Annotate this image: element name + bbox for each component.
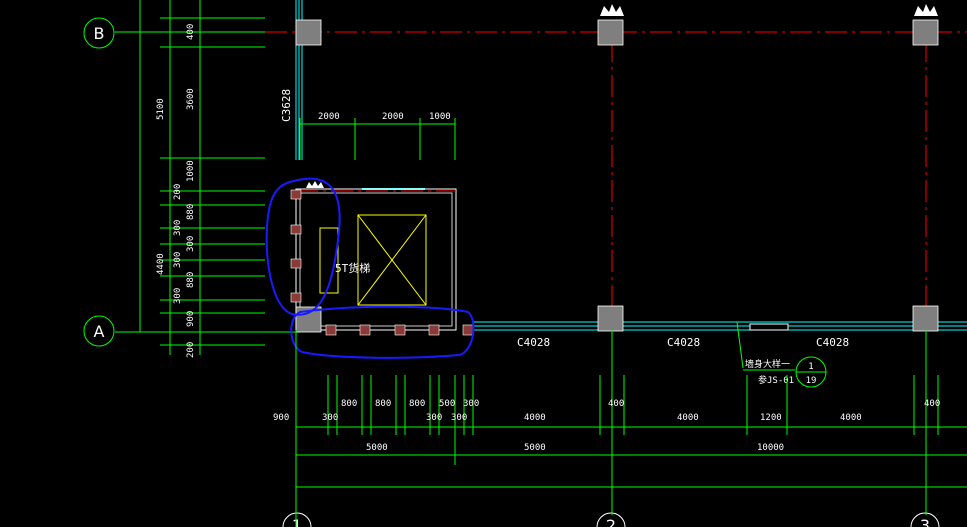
dim-bottom-4000a: 4000 [524,413,546,423]
detail-number: 1 [808,362,813,372]
detail-ref: 参JS-01 [758,374,794,386]
dim-bottom-400a: 400 [608,399,624,409]
dim-300d: 300 [173,288,183,304]
dim-300c: 300 [173,252,183,268]
axis-bubble-a: A [83,315,115,347]
left-dimension-lines [139,0,300,355]
window-c4028-label-b: C4028 [667,336,700,349]
dim-1000: 1000 [186,160,196,182]
axis-label-2: 2 [606,516,616,527]
detail-sheet: 19 [806,376,817,386]
dim-200a: 200 [173,184,183,200]
dim-top-1000: 1000 [429,112,451,122]
detail-title: 墙身大样一 [745,358,790,370]
dim-5100: 5100 [156,98,166,120]
dim-300a: 300 [173,220,183,236]
dim-900: 900 [186,311,196,327]
wall-lines [295,0,967,331]
dim-3600: 3600 [186,88,196,110]
dim-bottom-800a: 800 [341,399,357,409]
dim-bottom-1200: 1200 [760,413,782,423]
axis-label-a: A [94,322,105,341]
axis-lines [265,31,967,310]
bottom-dimension-lines [295,330,967,527]
axis-bubble-b: B [83,17,115,49]
dim-bottom-500: 500 [439,399,455,409]
elevator-label: 5T货梯 [335,261,370,275]
axis-label-1: 1 [292,516,302,527]
dim-bottom-300a: 300 [322,413,338,423]
window-c3628-label: C3628 [280,89,293,122]
dim-400: 400 [186,24,196,40]
dim-bottom-4000b: 4000 [677,413,699,423]
dim-top-2000a: 2000 [318,112,340,122]
dim-4400: 4400 [156,253,166,275]
dim-300b: 300 [186,236,196,252]
dim-880a: 880 [186,204,196,220]
dim-bottom-300b: 300 [426,413,442,423]
axis-bubble-2: 2 [596,512,626,527]
dim-bottom-10000: 10000 [757,443,784,453]
dim-880b: 880 [186,272,196,288]
dim-bottom-300c: 300 [451,413,467,423]
axis-label-3: 3 [920,516,930,527]
dim-top-2000b: 2000 [382,112,404,122]
dim-bottom-900: 900 [273,413,289,423]
cad-drawing: B A 1 2 3 400 5100 3600 1000 200 880 300… [83,0,967,527]
window-c4028-label-a: C4028 [517,336,550,349]
dim-bottom-5000a: 5000 [366,443,388,453]
axis-label-b: B [94,24,105,43]
top-dimension-lines [299,118,456,160]
dim-bottom-800c: 800 [409,399,425,409]
axis-bubble-1: 1 [282,512,312,527]
columns [295,19,939,333]
window-c4028-label-c: C4028 [816,336,849,349]
bottom-dimension-text: 900 300 800 800 800 500 300 300 300 4000… [273,399,940,453]
dim-bottom-300d: 300 [463,399,479,409]
dim-200b: 200 [186,342,196,358]
axis-bubble-3: 3 [910,512,940,527]
dim-bottom-4000c: 4000 [840,413,862,423]
dim-bottom-800b: 800 [375,399,391,409]
dim-bottom-5000b: 5000 [524,443,546,453]
dim-bottom-400b: 400 [924,399,940,409]
